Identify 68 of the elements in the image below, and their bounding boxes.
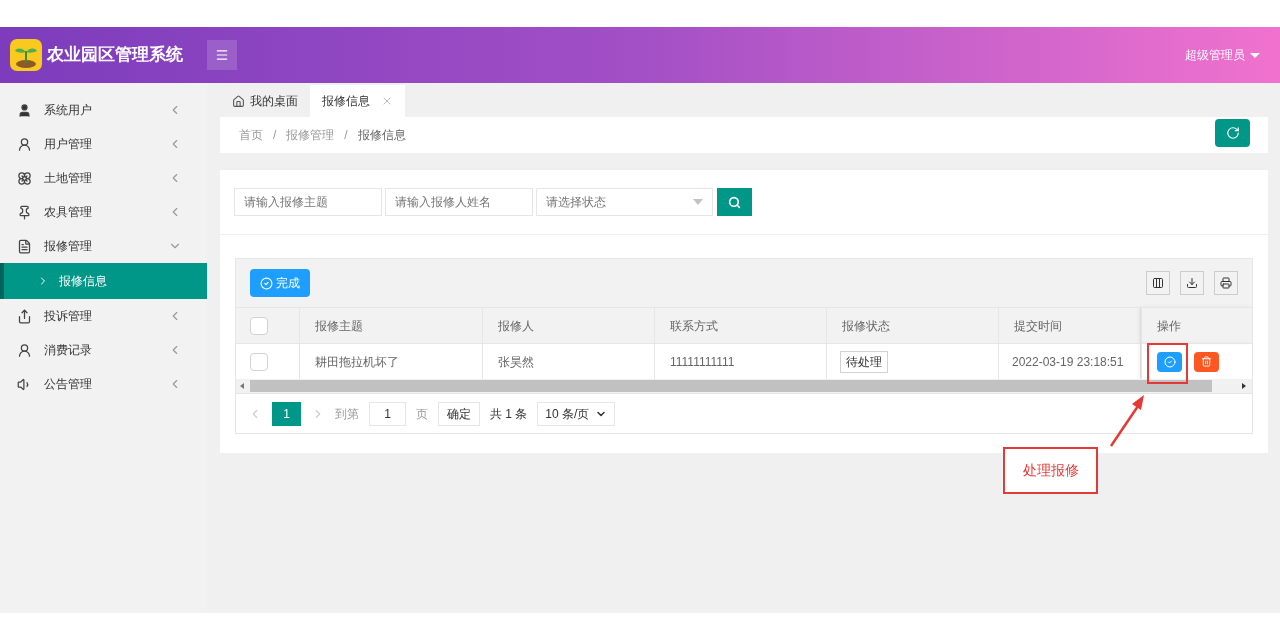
sidebar-item[interactable]: 用户管理 bbox=[0, 127, 207, 161]
column-header: 报修状态 bbox=[827, 307, 999, 343]
column-header: 报修人 bbox=[483, 307, 655, 343]
goto-label: 到第 bbox=[335, 405, 359, 423]
menu-toggle-button[interactable] bbox=[207, 40, 237, 70]
columns-button[interactable] bbox=[1146, 271, 1170, 295]
process-button[interactable] bbox=[1157, 351, 1182, 372]
menu-item-icon bbox=[17, 204, 32, 220]
sidebar-item[interactable]: 农具管理 bbox=[0, 195, 207, 229]
page-unit-label: 页 bbox=[416, 405, 428, 423]
caret-icon bbox=[693, 199, 703, 205]
breadcrumb-link[interactable]: 报修信息 bbox=[357, 126, 406, 144]
annotation-highlight-frame bbox=[1147, 343, 1188, 384]
sidebar-item[interactable]: 投诉管理 bbox=[0, 299, 207, 333]
page-number[interactable]: 1 bbox=[272, 401, 301, 426]
column-header: 操作 bbox=[1141, 307, 1252, 343]
delete-button[interactable] bbox=[1194, 351, 1219, 372]
export-button[interactable] bbox=[1180, 271, 1204, 295]
printer-icon bbox=[1220, 277, 1232, 289]
search-icon bbox=[728, 195, 741, 209]
refresh-icon bbox=[1225, 126, 1240, 140]
sidebar-item[interactable]: 消费记录 bbox=[0, 333, 207, 367]
column-header: 报修主题 bbox=[300, 307, 483, 343]
sidebar-subitem[interactable]: 报修信息 bbox=[0, 263, 207, 299]
page-tab[interactable]: 报修信息 bbox=[310, 85, 405, 117]
columns-icon bbox=[1152, 277, 1164, 289]
horizontal-scrollbar[interactable] bbox=[236, 379, 1252, 393]
menu-item-icon bbox=[17, 308, 32, 324]
menu-icon bbox=[215, 48, 229, 62]
sprout-logo-icon bbox=[10, 39, 42, 71]
check-circle-icon bbox=[1163, 355, 1176, 368]
column-header: 提交时间 bbox=[999, 307, 1141, 343]
separator: / bbox=[344, 127, 348, 144]
status-select[interactable]: 请选择状态 bbox=[536, 188, 713, 216]
sidebar-item[interactable]: 报修管理 bbox=[0, 229, 207, 263]
menu-item-icon bbox=[17, 342, 32, 358]
confirm-button[interactable]: 确定 bbox=[438, 401, 480, 426]
refresh-button[interactable] bbox=[1215, 119, 1250, 147]
app-title: 农业园区管理系统 bbox=[47, 44, 183, 67]
sidebar-item[interactable]: 土地管理 bbox=[0, 161, 207, 195]
home-icon bbox=[232, 94, 245, 108]
menu-item-icon bbox=[17, 102, 32, 118]
menu-item-icon bbox=[17, 238, 32, 254]
download-icon bbox=[1186, 277, 1198, 289]
menu-item-icon bbox=[17, 170, 32, 186]
sidebar-item[interactable]: 系统用户 bbox=[0, 93, 207, 127]
search-input[interactable]: 请输入报修人姓名 bbox=[385, 188, 533, 216]
print-button[interactable] bbox=[1214, 271, 1238, 295]
search-input[interactable]: 请输入报修主题 bbox=[234, 188, 382, 216]
close-icon bbox=[381, 95, 393, 107]
search-button[interactable] bbox=[717, 188, 752, 216]
trash-icon bbox=[1201, 356, 1212, 367]
total-count: 共 1 条 bbox=[490, 405, 528, 423]
page-input[interactable]: 1 bbox=[369, 401, 406, 426]
menu-item-icon bbox=[17, 136, 32, 152]
status-tag: 待处理 bbox=[840, 350, 888, 373]
caret-icon bbox=[1250, 52, 1260, 58]
sidebar-item[interactable]: 公告管理 bbox=[0, 367, 207, 401]
scroll-right-icon bbox=[1242, 383, 1246, 389]
checkbox[interactable] bbox=[250, 316, 268, 335]
column-header: 联系方式 bbox=[655, 307, 827, 343]
check-circle-icon bbox=[260, 276, 273, 290]
page-size-select[interactable]: 10 条/页 bbox=[537, 401, 616, 426]
checkbox[interactable] bbox=[250, 352, 268, 371]
scroll-left-icon bbox=[240, 383, 244, 389]
separator: / bbox=[273, 127, 277, 144]
page-tab[interactable]: 我的桌面 bbox=[220, 85, 310, 117]
annotation-label: 处理报修 bbox=[1003, 447, 1098, 494]
